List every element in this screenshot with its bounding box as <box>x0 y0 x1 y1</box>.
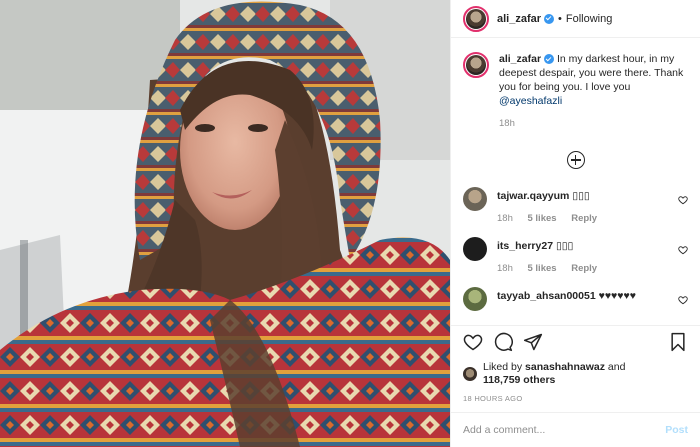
caption-author[interactable]: ali_zafar <box>499 53 541 65</box>
post-photo[interactable] <box>0 0 450 447</box>
post-comment-button[interactable]: Post <box>665 424 688 436</box>
comment-item: its_herry27 ▯▯▯ 18h 5 likes Reply <box>463 237 688 274</box>
liker-avatar[interactable] <box>463 367 477 381</box>
post-actions-bar <box>451 325 700 358</box>
bookmark-icon[interactable] <box>668 332 688 352</box>
post-caption: ali_zafar In my darkest hour, in my deep… <box>463 52 688 131</box>
load-more-comments[interactable] <box>463 151 688 169</box>
commenter-username[interactable]: its_herry27 <box>497 240 553 252</box>
comment-item: tayyab_ahsan00051 ♥♥♥♥♥♥ <box>463 287 688 311</box>
comment-text: ▯▯▯ <box>572 190 590 202</box>
separator-dot: • <box>558 12 562 25</box>
post-header: ali_zafar • Following <box>451 0 700 38</box>
reply-button[interactable]: Reply <box>571 263 597 274</box>
post-side-panel: ali_zafar • Following ali_zafar In my da… <box>450 0 700 447</box>
plus-circle-icon[interactable] <box>566 151 585 169</box>
caption-body: ali_zafar In my darkest hour, in my deep… <box>499 52 688 131</box>
comment-like-heart-icon[interactable] <box>678 195 688 205</box>
verified-badge-icon <box>544 13 555 24</box>
comment-text: ▯▯▯ <box>555 240 574 252</box>
comments-section[interactable]: ali_zafar In my darkest hour, in my deep… <box>451 38 700 325</box>
likes-text: Liked by sanashahnawaz and 118,759 other… <box>483 361 625 387</box>
likes-prefix: Liked by <box>483 361 526 373</box>
share-icon[interactable] <box>523 332 543 352</box>
comment-likes-count[interactable]: 5 likes <box>528 213 557 224</box>
comment-text: ♥♥♥♥♥♥ <box>598 290 636 302</box>
following-button[interactable]: Following <box>566 13 612 25</box>
reply-button[interactable]: Reply <box>571 213 597 224</box>
instagram-post: ali_zafar • Following ali_zafar In my da… <box>0 0 700 447</box>
author-username[interactable]: ali_zafar <box>497 13 541 25</box>
author-avatar[interactable] <box>463 5 489 32</box>
comment-like-heart-icon[interactable] <box>678 295 688 305</box>
commenter-avatar[interactable] <box>463 187 487 211</box>
comment-time[interactable]: 18h <box>497 263 513 274</box>
commenter-avatar[interactable] <box>463 237 487 261</box>
likes-and: and <box>604 361 626 373</box>
photo-illustration <box>0 0 450 447</box>
commenter-username[interactable]: tayyab_ahsan00051 <box>497 290 596 302</box>
comment-like-heart-icon[interactable] <box>678 245 688 255</box>
caption-time[interactable]: 18h <box>499 117 688 131</box>
comment-icon[interactable] <box>493 332 513 352</box>
add-comment-input[interactable] <box>463 424 666 436</box>
likes-others-count[interactable]: 118,759 others <box>483 374 555 386</box>
add-comment-bar: Post <box>451 412 700 447</box>
commenter-avatar[interactable] <box>463 287 487 311</box>
liker-username[interactable]: sanashahnawaz <box>525 361 605 373</box>
heart-icon[interactable] <box>463 332 483 352</box>
comment-time[interactable]: 18h <box>497 213 513 224</box>
comment-likes-count[interactable]: 5 likes <box>528 263 557 274</box>
likes-summary: Liked by sanashahnawaz and 118,759 other… <box>451 358 700 390</box>
commenter-username[interactable]: tajwar.qayyum <box>497 190 569 202</box>
caption-mention-link[interactable]: @ayeshafazli <box>499 95 562 107</box>
caption-verified-badge-icon <box>544 54 555 65</box>
caption-author-avatar[interactable] <box>463 52 489 78</box>
comment-item: tajwar.qayyum ▯▯▯ 18h 5 likes Reply <box>463 187 688 224</box>
post-timestamp[interactable]: 18 HOURS AGO <box>451 390 700 412</box>
